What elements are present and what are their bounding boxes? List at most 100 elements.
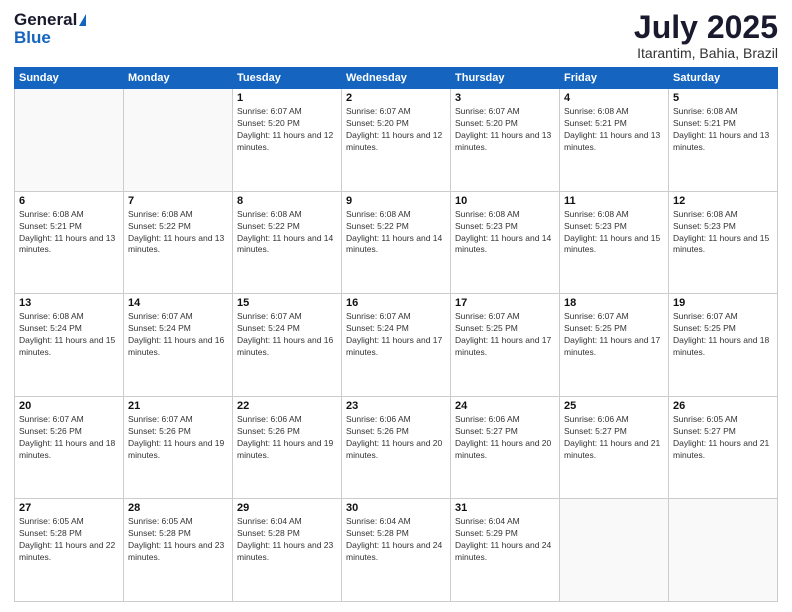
day-info: Sunrise: 6:07 AMSunset: 5:20 PMDaylight:… (455, 106, 555, 154)
day-number: 15 (237, 297, 337, 309)
day-info: Sunrise: 6:07 AMSunset: 5:25 PMDaylight:… (564, 311, 664, 359)
logo-general: General (14, 10, 77, 30)
calendar-table: Sunday Monday Tuesday Wednesday Thursday… (14, 67, 778, 602)
table-row (124, 89, 233, 192)
day-info: Sunrise: 6:07 AMSunset: 5:24 PMDaylight:… (128, 311, 228, 359)
table-row: 25Sunrise: 6:06 AMSunset: 5:27 PMDayligh… (560, 396, 669, 499)
header-tuesday: Tuesday (233, 68, 342, 89)
header: General Blue July 2025 Itarantim, Bahia,… (14, 10, 778, 61)
day-info: Sunrise: 6:07 AMSunset: 5:24 PMDaylight:… (237, 311, 337, 359)
day-number: 14 (128, 297, 228, 309)
day-number: 25 (564, 400, 664, 412)
day-info: Sunrise: 6:08 AMSunset: 5:22 PMDaylight:… (346, 209, 446, 257)
day-number: 24 (455, 400, 555, 412)
calendar-header-row: Sunday Monday Tuesday Wednesday Thursday… (15, 68, 778, 89)
table-row: 22 Sunrise: 6:06 AMSunset: 5:26 PMDayligh… (233, 396, 342, 499)
header-saturday: Saturday (669, 68, 778, 89)
day-number: 28 (128, 502, 228, 514)
day-number: 29 (237, 502, 337, 514)
day-number: 11 (564, 195, 664, 207)
table-row: 21Sunrise: 6:07 AMSunset: 5:26 PMDayligh… (124, 396, 233, 499)
day-info: Sunrise: 6:08 AMSunset: 5:23 PMDaylight:… (564, 209, 664, 257)
day-info: Sunrise: 6:08 AMSunset: 5:21 PMDaylight:… (673, 106, 773, 154)
day-number: 16 (346, 297, 446, 309)
table-row: 4 Sunrise: 6:08 AMSunset: 5:21 PMDaylight… (560, 89, 669, 192)
title-month: July 2025 (634, 10, 778, 45)
day-info: Sunrise: 6:07 AMSunset: 5:25 PMDaylight:… (673, 311, 773, 359)
day-number: 27 (19, 502, 119, 514)
logo-blue: Blue (14, 28, 51, 48)
table-row: 26Sunrise: 6:05 AMSunset: 5:27 PMDayligh… (669, 396, 778, 499)
table-row: 2Sunrise: 6:07 AMSunset: 5:20 PMDaylight… (342, 89, 451, 192)
table-row: 6 Sunrise: 6:08 AMSunset: 5:21 PMDaylight… (15, 191, 124, 294)
table-row: 7 Sunrise: 6:08 AMSunset: 5:22 PMDaylight… (124, 191, 233, 294)
day-info: Sunrise: 6:06 AMSunset: 5:27 PMDaylight:… (455, 414, 555, 462)
calendar-week-row: 1 Sunrise: 6:07 AMSunset: 5:20 PMDaylight… (15, 89, 778, 192)
table-row: 29 Sunrise: 6:04 AMSunset: 5:28 PMDayligh… (233, 499, 342, 602)
day-number: 20 (19, 400, 119, 412)
day-info: Sunrise: 6:07 AMSunset: 5:24 PMDaylight:… (346, 311, 446, 359)
day-number: 7 (128, 195, 228, 207)
table-row (560, 499, 669, 602)
day-info: Sunrise: 6:08 AMSunset: 5:24 PMDaylight:… (19, 311, 119, 359)
day-number: 22 (237, 400, 337, 412)
table-row: 14 Sunrise: 6:07 AMSunset: 5:24 PMDayligh… (124, 294, 233, 397)
day-number: 4 (564, 92, 664, 104)
day-number: 18 (564, 297, 664, 309)
day-number: 19 (673, 297, 773, 309)
day-number: 10 (455, 195, 555, 207)
table-row: 10 Sunrise: 6:08 AMSunset: 5:23 PMDayligh… (451, 191, 560, 294)
header-monday: Monday (124, 68, 233, 89)
day-info: Sunrise: 6:07 AMSunset: 5:26 PMDaylight:… (19, 414, 119, 462)
table-row: 18 Sunrise: 6:07 AMSunset: 5:25 PMDayligh… (560, 294, 669, 397)
day-info: Sunrise: 6:08 AMSunset: 5:21 PMDaylight:… (19, 209, 119, 257)
day-number: 6 (19, 195, 119, 207)
day-number: 17 (455, 297, 555, 309)
day-info: Sunrise: 6:08 AMSunset: 5:22 PMDaylight:… (128, 209, 228, 257)
header-wednesday: Wednesday (342, 68, 451, 89)
day-info: Sunrise: 6:05 AMSunset: 5:27 PMDaylight:… (673, 414, 773, 462)
table-row: 11 Sunrise: 6:08 AMSunset: 5:23 PMDayligh… (560, 191, 669, 294)
logo-triangle-icon (79, 14, 86, 26)
table-row: 17 Sunrise: 6:07 AMSunset: 5:25 PMDayligh… (451, 294, 560, 397)
day-info: Sunrise: 6:08 AMSunset: 5:23 PMDaylight:… (455, 209, 555, 257)
day-info: Sunrise: 6:07 AMSunset: 5:20 PMDaylight:… (237, 106, 337, 154)
table-row: 9 Sunrise: 6:08 AMSunset: 5:22 PMDaylight… (342, 191, 451, 294)
day-number: 30 (346, 502, 446, 514)
table-row: 3 Sunrise: 6:07 AMSunset: 5:20 PMDaylight… (451, 89, 560, 192)
day-number: 31 (455, 502, 555, 514)
day-info: Sunrise: 6:08 AMSunset: 5:21 PMDaylight:… (564, 106, 664, 154)
table-row: 16 Sunrise: 6:07 AMSunset: 5:24 PMDayligh… (342, 294, 451, 397)
table-row: 15 Sunrise: 6:07 AMSunset: 5:24 PMDayligh… (233, 294, 342, 397)
day-number: 9 (346, 195, 446, 207)
table-row: 28 Sunrise: 6:05 AMSunset: 5:28 PMDayligh… (124, 499, 233, 602)
day-number: 1 (237, 92, 337, 104)
day-info: Sunrise: 6:08 AMSunset: 5:23 PMDaylight:… (673, 209, 773, 257)
day-info: Sunrise: 6:08 AMSunset: 5:22 PMDaylight:… (237, 209, 337, 257)
table-row: 5 Sunrise: 6:08 AMSunset: 5:21 PMDaylight… (669, 89, 778, 192)
day-info: Sunrise: 6:05 AMSunset: 5:28 PMDaylight:… (19, 516, 119, 564)
day-info: Sunrise: 6:06 AMSunset: 5:26 PMDaylight:… (237, 414, 337, 462)
day-info: Sunrise: 6:04 AMSunset: 5:28 PMDaylight:… (237, 516, 337, 564)
header-friday: Friday (560, 68, 669, 89)
logo: General Blue (14, 10, 86, 48)
day-number: 5 (673, 92, 773, 104)
table-row: 20 Sunrise: 6:07 AMSunset: 5:26 PMDayligh… (15, 396, 124, 499)
table-row: 1 Sunrise: 6:07 AMSunset: 5:20 PMDaylight… (233, 89, 342, 192)
table-row: 12Sunrise: 6:08 AMSunset: 5:23 PMDayligh… (669, 191, 778, 294)
table-row (669, 499, 778, 602)
day-number: 8 (237, 195, 337, 207)
table-row: 31Sunrise: 6:04 AMSunset: 5:29 PMDayligh… (451, 499, 560, 602)
table-row (15, 89, 124, 192)
table-row: 8 Sunrise: 6:08 AMSunset: 5:22 PMDaylight… (233, 191, 342, 294)
table-row: 23Sunrise: 6:06 AMSunset: 5:26 PMDayligh… (342, 396, 451, 499)
title-section: July 2025 Itarantim, Bahia, Brazil (634, 10, 778, 61)
day-info: Sunrise: 6:07 AMSunset: 5:26 PMDaylight:… (128, 414, 228, 462)
day-info: Sunrise: 6:07 AMSunset: 5:25 PMDaylight:… (455, 311, 555, 359)
day-number: 3 (455, 92, 555, 104)
day-number: 13 (19, 297, 119, 309)
table-row: 27 Sunrise: 6:05 AMSunset: 5:28 PMDayligh… (15, 499, 124, 602)
day-info: Sunrise: 6:05 AMSunset: 5:28 PMDaylight:… (128, 516, 228, 564)
table-row: 19 Sunrise: 6:07 AMSunset: 5:25 PMDayligh… (669, 294, 778, 397)
calendar-week-row: 27 Sunrise: 6:05 AMSunset: 5:28 PMDayligh… (15, 499, 778, 602)
